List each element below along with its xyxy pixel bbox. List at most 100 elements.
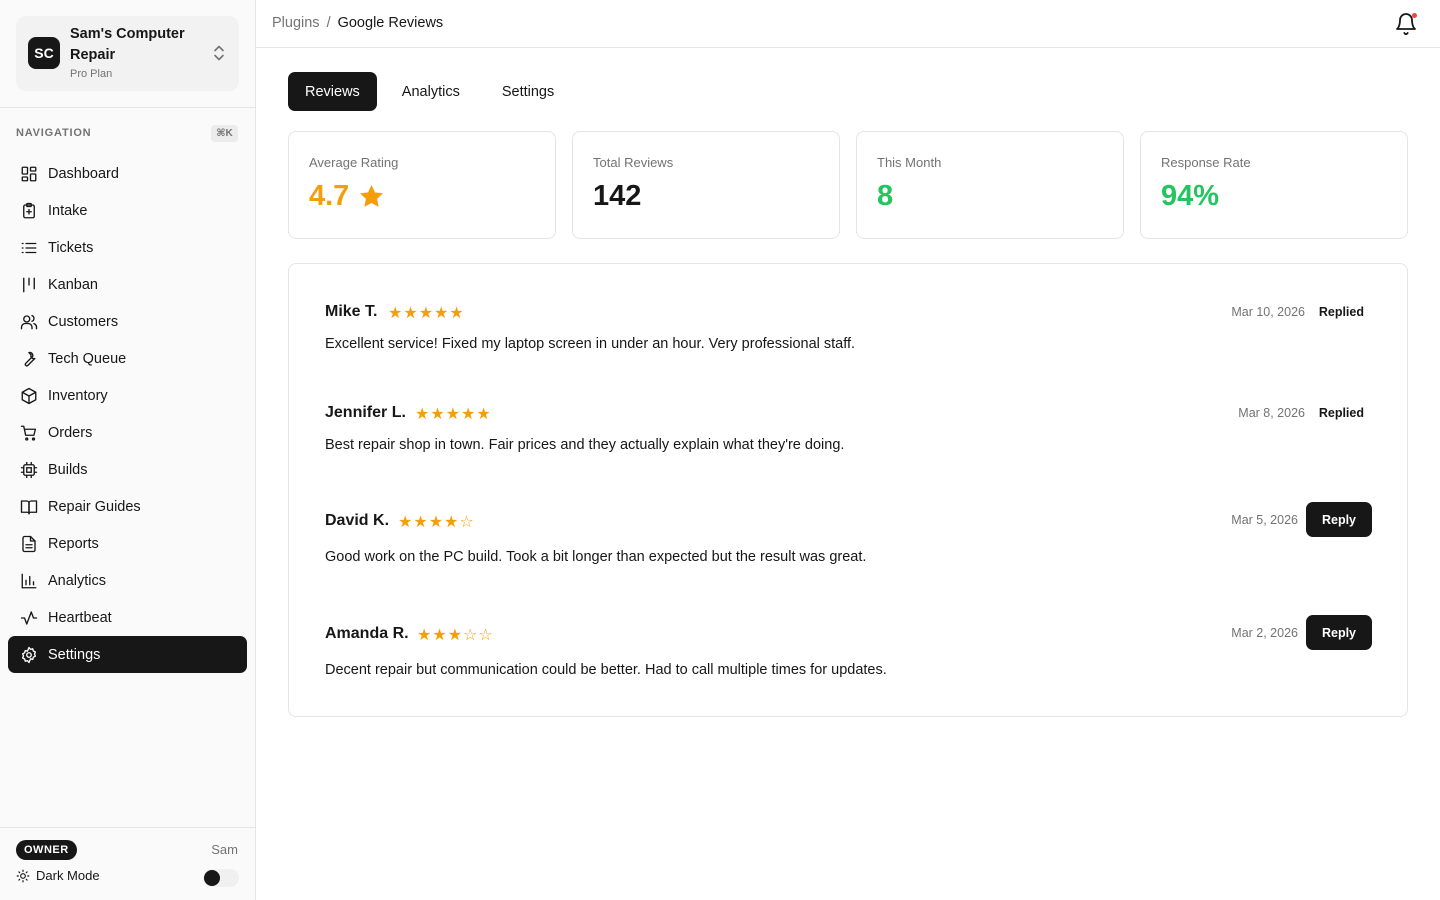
package-icon [20,387,38,405]
stat-label: This Month [877,155,942,170]
clipboard-icon [20,202,38,220]
sidebar-item-orders[interactable]: Orders [8,414,247,451]
sidebar-item-repair-guides[interactable]: Repair Guides [8,488,247,525]
divider [0,107,255,108]
sidebar-item-kanban[interactable]: Kanban [8,266,247,303]
sidebar-nav: Dashboard Intake Tickets Kanban Customer… [8,155,247,673]
tab-analytics[interactable]: Analytics [385,72,477,111]
star-empty-icon: ☆ [459,514,474,531]
breadcrumb-separator: / [326,15,331,31]
user-name: Sam [211,842,238,857]
sidebar-item-label: Heartbeat [48,609,112,626]
gear-icon [20,646,38,664]
review-header: Mike T. ★ ★ ★ ★ ★ Mar 10, 2026 Replied [325,298,1372,328]
sidebar-item-inventory[interactable]: Inventory [8,377,247,414]
star-filled-icon: ★ [418,305,434,322]
users-icon [20,313,38,331]
star-filled-icon: ★ [417,627,432,644]
review-text: Excellent service! Fixed my laptop scree… [325,336,856,352]
star-rating: ★ ★ ★ ★ ★ [415,407,492,423]
sidebar-item-settings[interactable]: Settings [8,636,247,673]
sidebar-item-reports[interactable]: Reports [8,525,247,562]
command-shortcut[interactable]: ⌘K [211,125,238,142]
sidebar-item-heartbeat[interactable]: Heartbeat [8,599,247,636]
cpu-icon [20,461,38,479]
review-author: David K. [325,512,390,529]
star-empty-icon: ☆ [463,627,478,644]
stat-value: 94% [1161,180,1220,212]
sidebar-item-label: Orders [48,424,93,441]
sidebar-item-tickets[interactable]: Tickets [8,229,247,266]
role-badge: OWNER [16,840,77,860]
dark-mode-toggle[interactable] [203,869,239,887]
star-filled-icon: ★ [434,305,449,322]
stat-label: Average Rating [309,155,399,170]
breadcrumb-plugins[interactable]: Plugins [272,15,320,31]
star-rating: ★ ★ ★ ☆ ☆ [417,628,494,644]
org-name: Sam's Computer Repair [70,26,185,63]
toggle-knob [204,870,220,886]
breadcrumb: Plugins / Google Reviews [272,15,443,31]
review-date: Mar 5, 2026 [1231,513,1298,527]
file-text-icon [20,535,38,553]
stat-response-rate: Response Rate 94% [1140,131,1408,239]
star-rating: ★ ★ ★ ★ ★ [388,306,465,322]
chevrons-up-down-icon [214,45,224,61]
stat-label: Response Rate [1161,155,1251,170]
replied-status: Replied [1318,406,1364,420]
star-filled-icon: ★ [476,406,491,423]
star-filled-icon: ★ [461,406,476,423]
review-text: Best repair shop in town. Fair prices an… [325,437,845,453]
book-icon [20,498,38,516]
notifications-button[interactable] [1394,12,1418,36]
star-filled-icon: ★ [430,406,445,423]
wrench-icon [20,350,38,368]
stat-value: 4.7 [309,180,350,212]
sidebar-item-label: Dashboard [48,165,119,182]
cart-icon [20,424,38,442]
star-filled-icon: ★ [403,305,418,322]
sidebar-item-label: Intake [48,202,88,219]
review-text: Decent repair but communication could be… [325,662,887,678]
reply-button[interactable]: Reply [1306,615,1372,650]
star-filled-icon: ★ [444,514,459,531]
org-switcher[interactable]: SC Sam's Computer Repair Pro Plan [16,16,239,91]
kanban-icon [20,276,38,294]
tab-bar: Reviews Analytics Settings [288,72,579,111]
review-author: Mike T. [325,303,378,320]
org-plan: Pro Plan [70,68,113,80]
list-icon [20,239,38,257]
stat-average-rating: Average Rating 4.7 [288,131,556,239]
star-filled-icon: ★ [415,406,430,423]
tab-reviews[interactable]: Reviews [288,72,377,111]
notification-dot [1412,13,1417,18]
review-header: David K. ★ ★ ★ ★ ☆ Mar 5, 2026 Reply [325,502,1372,538]
sidebar-item-label: Builds [48,461,88,478]
tab-settings[interactable]: Settings [485,72,571,111]
sidebar-item-label: Tech Queue [48,350,127,367]
reply-button[interactable]: Reply [1306,502,1372,537]
sidebar-item-tech-queue[interactable]: Tech Queue [8,340,247,377]
sidebar-item-label: Repair Guides [48,498,141,515]
star-filled-icon: ★ [413,514,428,531]
stat-value-wrap: 4.7 [309,180,385,213]
star-filled-icon: ★ [445,406,461,423]
review-header: Jennifer L. ★ ★ ★ ★ ★ Mar 8, 2026 Replied [325,399,1372,429]
star-empty-icon: ☆ [478,627,493,644]
sidebar-item-dashboard[interactable]: Dashboard [8,155,247,192]
star-filled-icon: ★ [428,514,444,531]
stat-total-reviews: Total Reviews 142 [572,131,840,239]
sidebar-item-intake[interactable]: Intake [8,192,247,229]
dashboard-icon [20,165,38,183]
sidebar-item-customers[interactable]: Customers [8,303,247,340]
sidebar-item-label: Analytics [48,572,107,589]
stat-label: Total Reviews [593,155,674,170]
review-text: Good work on the PC build. Took a bit lo… [325,549,867,565]
sidebar: SC Sam's Computer Repair Pro Plan NAVIGA… [0,0,256,900]
topbar: Plugins / Google Reviews [256,0,1440,48]
sidebar-item-analytics[interactable]: Analytics [8,562,247,599]
star-icon [358,183,385,210]
sidebar-item-builds[interactable]: Builds [8,451,247,488]
stat-value: 8 [877,180,894,212]
sidebar-item-label: Tickets [48,239,94,256]
